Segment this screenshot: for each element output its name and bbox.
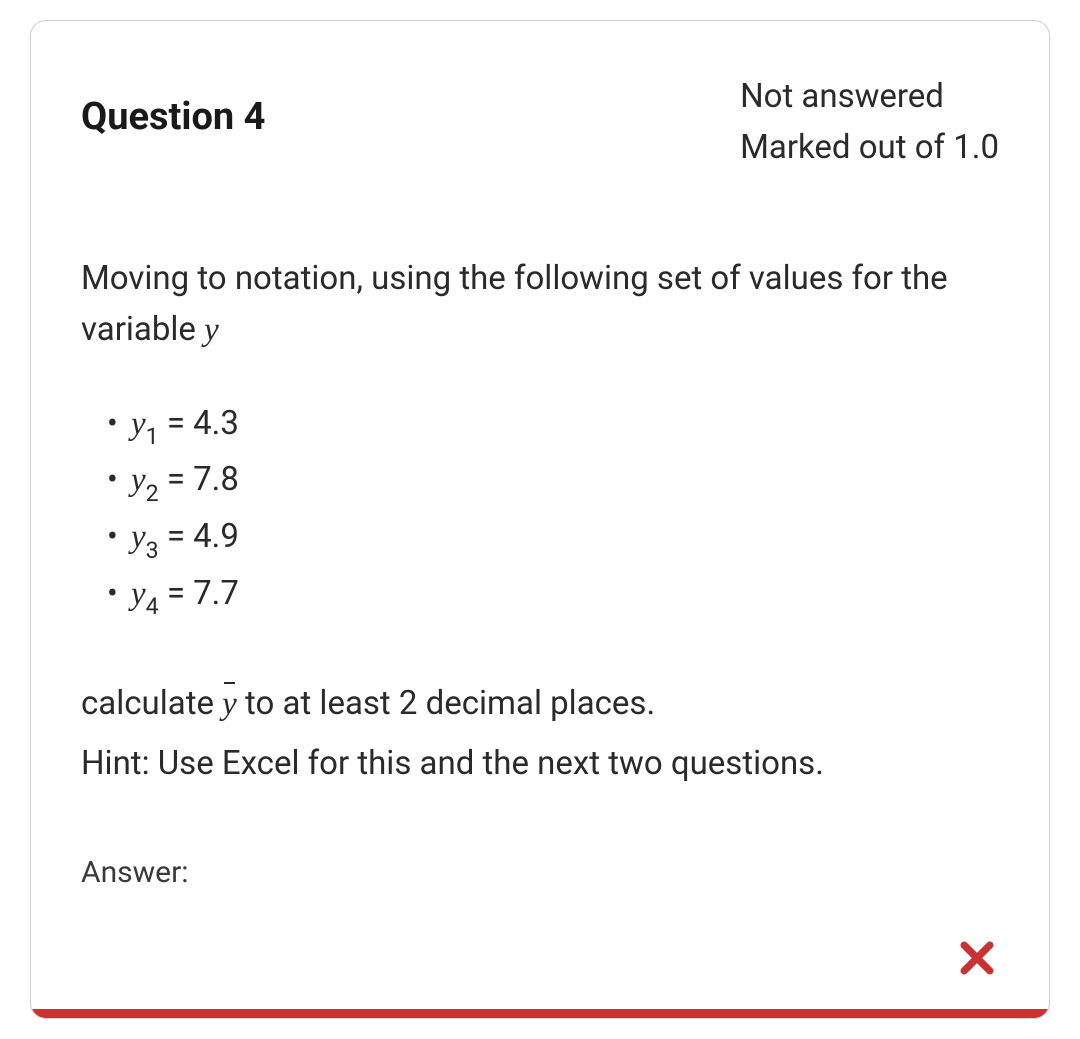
value-symbol: y — [131, 519, 146, 555]
calc-prefix: calculate — [81, 684, 222, 723]
variable-y: y — [204, 312, 219, 348]
question-card: Question 4 Not answered Marked out of 1.… — [30, 20, 1050, 1019]
value-symbol: y — [131, 406, 146, 442]
value-number: 4.3 — [193, 404, 239, 443]
value-number: 7.7 — [193, 574, 239, 613]
result-row — [81, 936, 999, 980]
question-header: Question 4 Not answered Marked out of 1.… — [81, 71, 999, 173]
status-text: Not answered — [740, 71, 999, 122]
bottom-accent-bar — [31, 1009, 1049, 1018]
marks-text: Marked out of 1.0 — [740, 122, 999, 173]
y-bar-symbol: y — [222, 679, 237, 730]
question-meta: Not answered Marked out of 1.0 — [740, 71, 999, 173]
calculation-instruction: calculate y to at least 2 decimal places… — [81, 678, 999, 730]
value-number: 7.8 — [193, 460, 239, 499]
list-item: y1 = 4.3 — [131, 397, 999, 454]
value-list: y1 = 4.3 y2 = 7.8 y3 = 4.9 y4 = 7.7 — [81, 397, 999, 624]
list-item: y2 = 7.8 — [131, 453, 999, 510]
question-title: Question 4 — [81, 95, 265, 139]
calc-suffix: to at least 2 decimal places. — [237, 684, 655, 723]
answer-label: Answer: — [81, 850, 999, 897]
intro-text: Moving to notation, using the following … — [81, 253, 999, 356]
value-subscript: 2 — [146, 480, 159, 507]
value-number: 4.9 — [193, 517, 239, 556]
value-subscript: 4 — [146, 593, 159, 620]
value-symbol: y — [131, 462, 146, 498]
list-item: y4 = 7.7 — [131, 567, 999, 624]
value-symbol: y — [131, 576, 146, 612]
value-subscript: 1 — [146, 423, 159, 450]
question-body: Moving to notation, using the following … — [81, 253, 999, 980]
list-item: y3 = 4.9 — [131, 510, 999, 567]
value-subscript: 3 — [146, 537, 159, 564]
incorrect-x-icon — [955, 936, 999, 980]
hint-text: Hint: Use Excel for this and the next tw… — [81, 738, 999, 789]
